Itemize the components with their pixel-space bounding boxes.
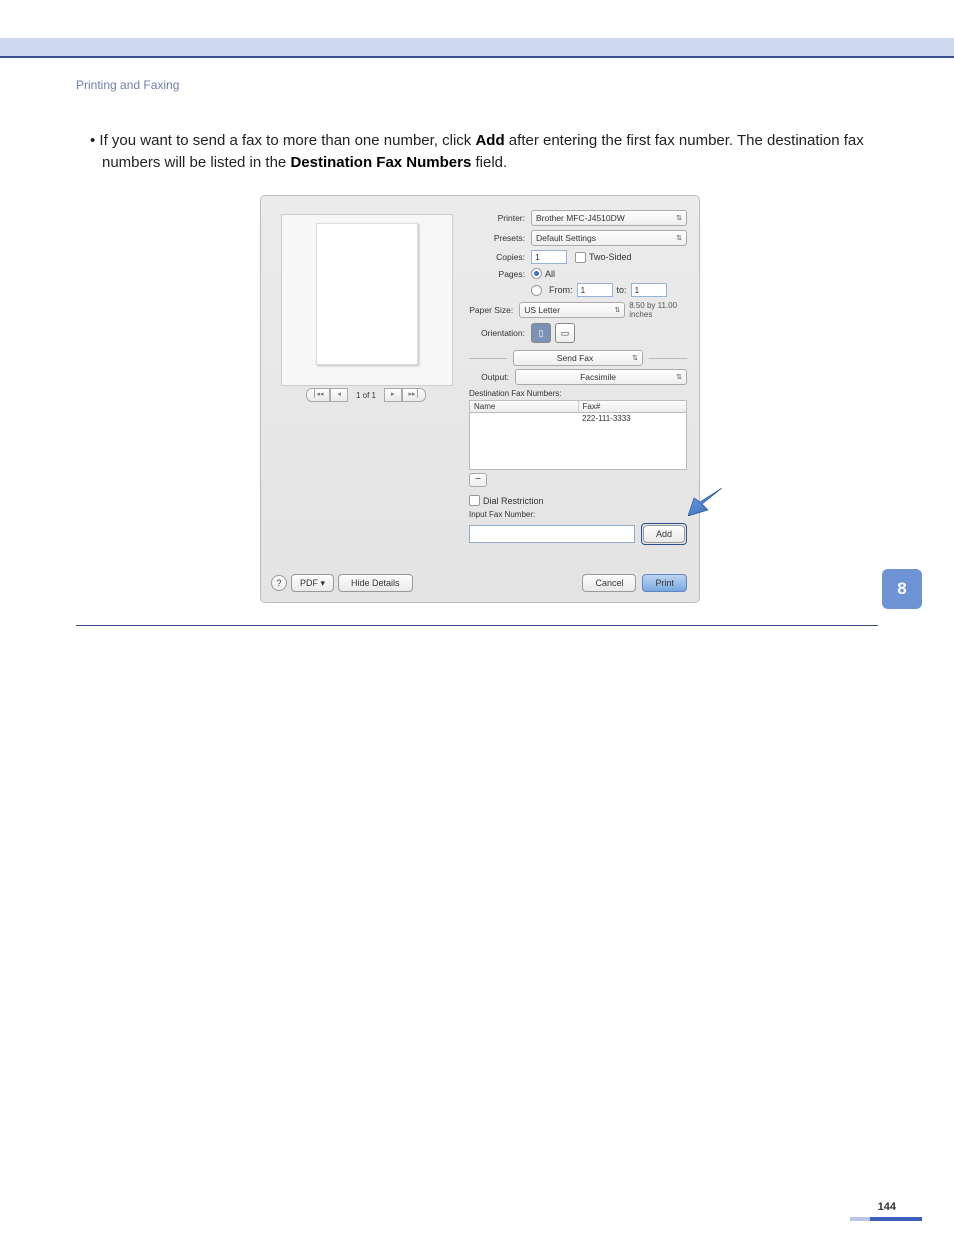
output-value: Facsimile: [580, 372, 616, 382]
output-select[interactable]: Facsimile ⇅: [515, 369, 687, 385]
col-fax: Fax#: [579, 401, 687, 412]
input-fax-label: Input Fax Number:: [469, 510, 687, 519]
twosided-checkbox[interactable]: [575, 252, 586, 263]
output-label: Output:: [469, 372, 515, 382]
preview-pager: ⎮◂◂ ◂ 1 of 1 ▸ ▸▸⎮: [285, 388, 447, 402]
pager-first-button[interactable]: ⎮◂◂: [306, 388, 331, 402]
presets-value: Default Settings: [536, 233, 596, 243]
destination-label: Destination Fax Numbers:: [469, 389, 687, 398]
printer-label: Printer:: [469, 213, 531, 223]
papersize-select[interactable]: US Letter ⇅: [519, 302, 625, 318]
pages-to-input[interactable]: 1: [631, 283, 667, 297]
dial-restriction-label: Dial Restriction: [483, 496, 544, 506]
pager-next-button[interactable]: ▸: [384, 388, 402, 402]
add-button[interactable]: Add: [643, 525, 685, 543]
header-rule: [0, 56, 954, 58]
col-name: Name: [470, 401, 579, 412]
pages-all-label: All: [545, 269, 555, 279]
panel-select[interactable]: Send Fax ⇅: [513, 350, 643, 366]
input-fax-field[interactable]: [469, 525, 635, 543]
twosided-label: Two-Sided: [589, 252, 632, 262]
papersize-label: Paper Size:: [469, 305, 519, 315]
chevron-updown-icon: ⇅: [676, 373, 682, 381]
breadcrumb: Printing and Faxing: [76, 78, 878, 92]
destination-table-header: Name Fax#: [469, 400, 687, 412]
bottom-rule: [76, 625, 878, 626]
orientation-landscape-button[interactable]: ▭: [555, 323, 575, 343]
chevron-updown-icon: ⇅: [632, 354, 638, 362]
papersize-value: US Letter: [524, 305, 560, 315]
copies-input[interactable]: 1: [531, 250, 567, 264]
hide-details-button[interactable]: Hide Details: [338, 574, 413, 592]
pages-from-radio[interactable]: [531, 285, 542, 296]
header-band: [0, 38, 954, 56]
para-text: If you want to send a fax to more than o…: [99, 132, 475, 149]
body-paragraph: • If you want to send a fax to more than…: [76, 130, 878, 174]
pdf-menu-button[interactable]: PDF ▾: [291, 574, 334, 592]
chevron-updown-icon: ⇅: [614, 306, 620, 314]
chevron-updown-icon: ⇅: [676, 214, 682, 222]
orientation-portrait-button[interactable]: ▯: [531, 323, 551, 343]
page-number: 144: [878, 1201, 896, 1213]
landscape-icon: ▭: [561, 328, 570, 339]
presets-label: Presets:: [469, 233, 531, 243]
printer-select[interactable]: Brother MFC-J4510DW ⇅: [531, 210, 687, 226]
dial-restriction-checkbox[interactable]: [469, 495, 480, 506]
remove-button[interactable]: −: [469, 473, 487, 487]
pager-last-button[interactable]: ▸▸⎮: [402, 388, 427, 402]
paper-dimensions: 8.50 by 11.00 inches: [629, 301, 687, 319]
pages-from-label: From:: [549, 285, 573, 295]
pages-from-input[interactable]: 1: [577, 283, 613, 297]
pages-all-radio[interactable]: [531, 268, 542, 279]
para-text-3: field.: [471, 154, 507, 171]
preview-sheet: [316, 223, 418, 365]
cell-fax: 222-111-3333: [578, 413, 686, 424]
destination-table[interactable]: 222-111-3333: [469, 412, 687, 470]
pager-label: 1 of 1: [348, 391, 384, 400]
chapter-tab: 8: [882, 569, 922, 609]
orientation-label: Orientation:: [469, 328, 531, 338]
print-button[interactable]: Print: [642, 574, 687, 592]
cell-name: [470, 413, 578, 424]
preview-pane: [281, 214, 453, 386]
portrait-icon: ▯: [539, 328, 544, 339]
panel-value: Send Fax: [557, 353, 593, 363]
page-number-accent-light: [850, 1217, 870, 1221]
print-dialog: ⎮◂◂ ◂ 1 of 1 ▸ ▸▸⎮ Printer: Brother MFC-…: [260, 195, 700, 603]
cancel-button[interactable]: Cancel: [582, 574, 636, 592]
para-dest-bold: Destination Fax Numbers: [290, 154, 471, 171]
page-number-accent: [870, 1217, 922, 1221]
table-row[interactable]: 222-111-3333: [470, 413, 686, 424]
help-button[interactable]: ?: [271, 575, 287, 591]
chevron-updown-icon: ⇅: [676, 234, 682, 242]
para-add-bold: Add: [475, 132, 504, 149]
add-button-highlight: Add: [641, 523, 687, 545]
printer-value: Brother MFC-J4510DW: [536, 213, 625, 223]
pager-prev-button[interactable]: ◂: [330, 388, 348, 402]
presets-select[interactable]: Default Settings ⇅: [531, 230, 687, 246]
pages-label: Pages:: [469, 269, 531, 279]
panel-divider: Send Fax ⇅: [469, 351, 687, 365]
copies-label: Copies:: [469, 252, 531, 262]
pages-to-label: to:: [617, 285, 627, 295]
